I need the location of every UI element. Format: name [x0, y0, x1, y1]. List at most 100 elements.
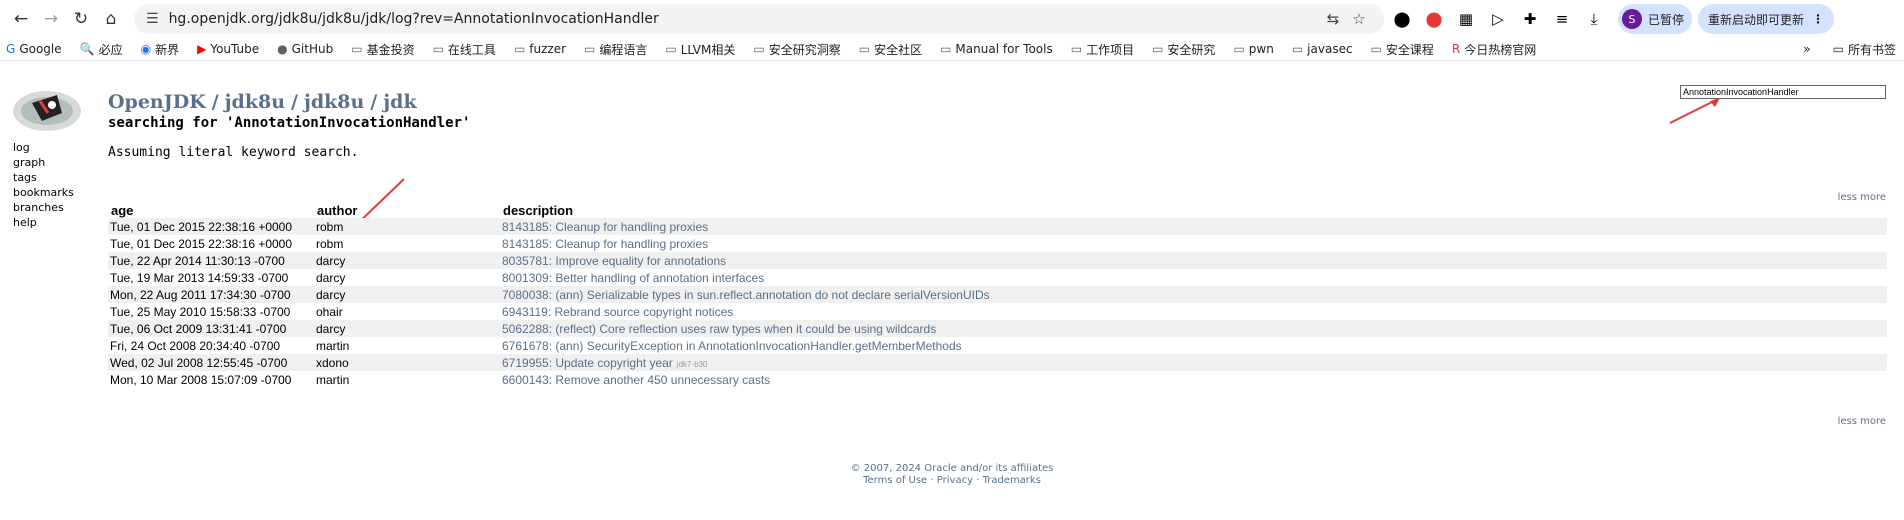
bookmark-item[interactable]: ▭ 安全社区 — [859, 41, 922, 58]
table-row: Mon, 10 Mar 2008 15:07:09 -0700 martin 660… — [108, 371, 1887, 388]
privacy-link[interactable]: Privacy — [937, 475, 973, 486]
bookmark-label: 工作项目 — [1086, 42, 1135, 57]
bookmark-item[interactable]: ▭ Manual for Tools — [940, 42, 1053, 56]
log-table: age author description Tue, 01 Dec 2015 … — [108, 203, 1887, 388]
table-row: Tue, 06 Oct 2009 13:31:41 -0700 darcy 5062… — [108, 320, 1887, 337]
changeset-link[interactable]: 8143185: Cleanup for handling proxies — [502, 220, 708, 234]
row-description: 6600143: Remove another 450 unnecessary … — [500, 371, 1887, 388]
bookmark-label: Manual for Tools — [955, 42, 1053, 56]
folder-icon: ▭ — [1370, 42, 1382, 56]
table-header-row: age author description — [108, 203, 1887, 218]
bookmark-label: fuzzer — [529, 42, 567, 56]
back-arrow-icon[interactable]: ← — [6, 4, 36, 34]
breadcrumb-openjdk[interactable]: OpenJDK — [108, 91, 206, 113]
row-description: 8143185: Cleanup for handling proxies — [500, 218, 1887, 235]
forward-arrow-icon[interactable]: → — [36, 4, 66, 34]
side-nav-graph[interactable]: graph — [13, 155, 74, 170]
changeset-link[interactable]: 8143185: Cleanup for handling proxies — [502, 237, 708, 251]
bookmark-item[interactable]: ▭ 安全研究 — [1152, 41, 1215, 58]
bookmark-item[interactable]: ● GitHub — [277, 42, 333, 56]
bookmark-item[interactable]: ▭ fuzzer — [514, 42, 566, 56]
download-icon[interactable]: ⤓ — [1580, 5, 1608, 33]
changeset-link[interactable]: 8001309: Better handling of annotation i… — [502, 271, 764, 285]
bookmark-item[interactable]: ▭ javasec — [1292, 42, 1353, 56]
row-description: 8035781: Improve equality for annotation… — [500, 252, 1887, 269]
more-menu-icon[interactable]: ⋮ — [1812, 12, 1824, 26]
row-age: Tue, 06 Oct 2009 13:31:41 -0700 — [110, 321, 287, 336]
bookmark-item[interactable]: ▭ 安全课程 — [1371, 41, 1434, 58]
bookmark-item[interactable]: R 今日热榜官网 — [1452, 41, 1536, 58]
bookmark-label: LLVM相关 — [680, 42, 736, 57]
terms-link[interactable]: Terms of Use — [863, 475, 927, 486]
url-text[interactable]: hg.openjdk.org/jdk8u/jdk8u/jdk/log?rev=A… — [169, 11, 1320, 27]
row-description: 6943119: Rebrand source copyright notice… — [500, 303, 1887, 320]
changeset-link[interactable]: 5062288: (reflect) Core reflection uses … — [502, 322, 936, 336]
bookmark-item[interactable]: ▭ 工作项目 — [1071, 41, 1134, 58]
changeset-link[interactable]: 6719955: Update copyright year — [502, 356, 673, 370]
all-bookmarks[interactable]: 所有书签 — [1848, 41, 1896, 58]
bookmark-item[interactable]: ◉ 新界 — [141, 41, 180, 58]
bookmark-item[interactable]: ▶ YouTube — [197, 42, 259, 56]
trademarks-link[interactable]: Trademarks — [983, 475, 1041, 486]
profile-button[interactable]: S 已暂停 — [1618, 4, 1693, 34]
folder-icon: ▭ — [1070, 42, 1083, 56]
folder-icon: ▭ — [351, 42, 363, 56]
bookmark-item[interactable]: G Google — [6, 42, 62, 56]
folder-icon: ▭ — [1291, 42, 1304, 56]
row-author: ohair — [316, 304, 343, 319]
bookmark-item[interactable]: ▭ 基金投资 — [351, 41, 414, 58]
bookmark-item[interactable]: ▭ pwn — [1233, 42, 1273, 56]
youtube-icon: ▶ — [197, 42, 207, 56]
bookmark-label: 在线工具 — [447, 42, 496, 57]
bookmark-label: 安全研究洞察 — [768, 42, 841, 57]
breadcrumb-jdk8u-repo[interactable]: jdk8u — [304, 91, 364, 113]
globe-icon: ◉ — [140, 42, 152, 56]
pagination-bottom[interactable]: less more — [1838, 416, 1886, 427]
bookmark-item[interactable]: ▭ 安全研究洞察 — [753, 41, 840, 58]
translate-icon[interactable]: ⇆ — [1320, 10, 1346, 28]
table-row: Tue, 19 Mar 2013 14:59:33 -0700 darcy 8001… — [108, 269, 1887, 286]
bookmark-item[interactable]: ▭ LLVM相关 — [665, 41, 735, 58]
mercurial-logo[interactable] — [12, 83, 82, 133]
extension-red-icon[interactable]: ⬤ — [1420, 5, 1448, 33]
tag-badge[interactable]: jdk7-b30 — [677, 360, 708, 369]
table-row: Tue, 25 May 2010 15:58:33 -0700 ohair 6943… — [108, 303, 1887, 320]
bookmark-label: 今日热榜官网 — [1464, 42, 1537, 57]
extensions-puzzle-icon[interactable]: ✚ — [1516, 5, 1544, 33]
reload-icon[interactable]: ↻ — [66, 4, 96, 34]
bookmark-label: 安全社区 — [874, 42, 923, 57]
folder-icon: ▭ — [1832, 42, 1844, 56]
bookmark-item[interactable]: ▭ 编程语言 — [584, 41, 647, 58]
avatar: S — [1622, 9, 1642, 29]
changeset-link[interactable]: 7080038: (ann) Serializable types in sun… — [502, 288, 990, 302]
address-bar[interactable]: ☰ hg.openjdk.org/jdk8u/jdk8u/jdk/log?rev… — [134, 4, 1384, 34]
changeset-link[interactable]: 6600143: Remove another 450 unnecessary … — [502, 373, 770, 387]
update-button[interactable]: 重新启动即可更新 ⋮ — [1698, 4, 1835, 34]
changeset-link[interactable]: 8035781: Improve equality for annotation… — [502, 254, 726, 268]
bookmark-label: javasec — [1307, 42, 1353, 56]
bookmark-item[interactable]: 🔍 必应 — [80, 41, 123, 58]
chevron-right-icon[interactable]: » — [1803, 42, 1810, 56]
extension-play-icon[interactable]: ▷ — [1484, 5, 1512, 33]
side-nav-bookmarks[interactable]: bookmarks — [13, 185, 74, 200]
extension-chart-icon[interactable]: ▦ — [1452, 5, 1480, 33]
table-row: Mon, 22 Aug 2011 17:34:30 -0700 darcy 7080… — [108, 286, 1887, 303]
side-nav-log[interactable]: log — [13, 140, 74, 155]
folder-icon: ▭ — [753, 42, 765, 56]
home-icon[interactable]: ⌂ — [96, 4, 126, 34]
side-nav-help[interactable]: help — [13, 215, 74, 230]
extension-circle-icon[interactable]: ⬤ — [1388, 5, 1416, 33]
site-info-icon[interactable]: ☰ — [146, 11, 159, 27]
changeset-link[interactable]: 6943119: Rebrand source copyright notice… — [502, 305, 733, 319]
header-author: author — [317, 203, 358, 218]
side-nav-branches[interactable]: branches — [13, 200, 74, 215]
reading-list-icon[interactable]: ≡ — [1548, 5, 1576, 33]
browser-chrome: ← → ↻ ⌂ ☰ hg.openjdk.org/jdk8u/jdk8u/jdk… — [0, 0, 1904, 61]
breadcrumb-jdk[interactable]: jdk — [383, 91, 416, 113]
bookmark-star-icon[interactable]: ☆ — [1346, 10, 1372, 28]
side-nav-tags[interactable]: tags — [13, 170, 74, 185]
breadcrumb-jdk8u[interactable]: jdk8u — [225, 91, 285, 113]
pagination-top[interactable]: less more — [1838, 192, 1886, 203]
changeset-link[interactable]: 6761678: (ann) SecurityException in Anno… — [502, 339, 962, 353]
bookmark-item[interactable]: ▭ 在线工具 — [433, 41, 496, 58]
